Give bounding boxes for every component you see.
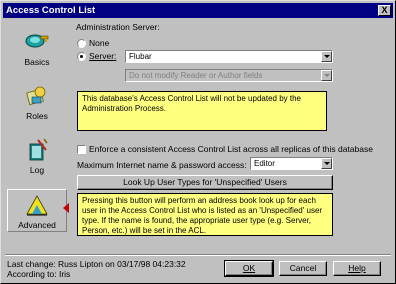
sidebar-item-label: Log [29,165,45,175]
sidebar-item-advanced[interactable]: Advanced [7,189,67,232]
radio-none[interactable] [77,39,86,48]
sidebar-item-roles[interactable]: Roles [7,83,67,121]
enforce-consistent-acl-checkbox[interactable] [77,145,86,154]
window-title: Access Control List [6,5,96,16]
sidebar-item-label: Basics [24,57,50,67]
footer-divider [5,254,391,256]
acl-dialog: Access Control List X Basics Roles Log A… [0,0,396,284]
max-internet-access-combo[interactable]: Editor [250,157,333,170]
server-combo-value: Flubar [129,52,152,61]
sidebar-item-label: Roles [26,111,48,121]
chevron-down-icon[interactable] [321,158,332,169]
lookup-user-types-button[interactable]: Look Up User Types for 'Unspecified' Use… [77,175,333,190]
log-book-icon [29,138,48,161]
cancel-button[interactable]: Cancel [279,261,327,276]
acl-update-note: This database's Access Control List will… [77,91,327,131]
reader-author-fields-combo[interactable]: Do not modify Reader or Author fields [125,69,333,82]
chevron-down-icon[interactable] [321,70,332,81]
help-button[interactable]: Help [333,261,381,276]
max-internet-access-value: Editor [254,159,275,168]
server-combo[interactable]: Flubar [125,50,333,63]
admin-server-heading: Administration Server: [76,22,160,32]
sidebar-item-basics[interactable]: Basics [7,29,67,67]
roles-icon [26,86,46,106]
max-internet-access-label: Maximum Internet name & password access: [77,160,247,170]
title-bar: Access Control List X [3,3,393,18]
according-to-text: According to: Iris [7,269,71,279]
category-sidebar: Basics Roles Log Advanced [7,21,67,234]
sidebar-item-log[interactable]: Log [7,137,67,175]
ok-button[interactable]: OK [224,260,274,277]
advanced-icon [26,195,48,216]
radio-server-label: Server: [89,51,117,61]
radio-none-label: None [89,38,110,48]
close-button[interactable]: X [378,5,391,16]
sidebar-item-label: Advanced [18,220,56,230]
reader-author-fields-value: Do not modify Reader or Author fields [129,71,263,80]
enforce-consistent-acl-label: Enforce a consistent Access Control List… [89,144,373,154]
last-change-text: Last change: Russ Lipton on 03/17/98 04:… [7,259,186,269]
advanced-panel: Administration Server: None Server: Flub… [69,21,391,236]
chevron-down-icon[interactable] [321,51,332,62]
key-icon [25,34,49,48]
lookup-explanation-note: Pressing this button will perform an add… [77,193,333,236]
radio-server[interactable] [77,52,86,61]
